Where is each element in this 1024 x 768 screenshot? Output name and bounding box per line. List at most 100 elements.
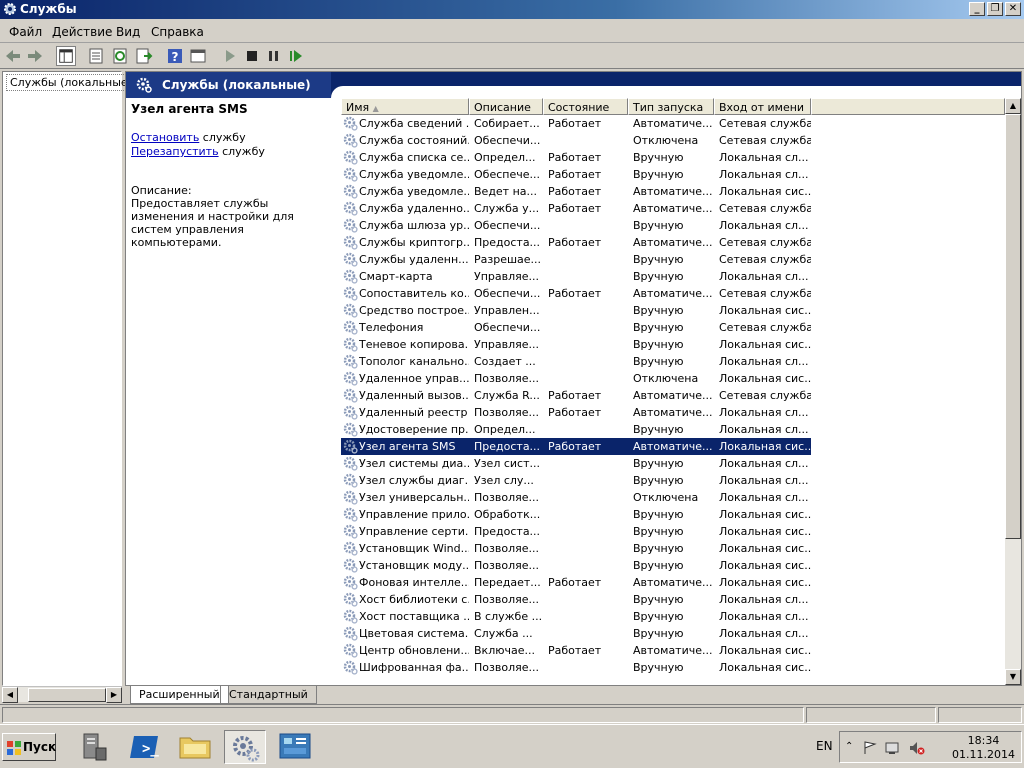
scroll-left-button[interactable]: ◀: [2, 687, 18, 703]
service-row[interactable]: Служба состояний... Обеспечи... Отключена С…: [341, 132, 811, 149]
start-button[interactable]: Пуск: [2, 733, 56, 761]
service-description: Предоста...: [474, 525, 541, 538]
service-row[interactable]: Служба удаленно... Служба у... Работает Авт…: [341, 200, 811, 217]
server-manager-taskbar-button[interactable]: [74, 730, 116, 764]
service-row[interactable]: Служба списка се... Определ... Работает Вру…: [341, 149, 811, 166]
services-gear-icon: [4, 3, 16, 15]
service-startup-type: Вручную: [633, 542, 684, 555]
column-header-name[interactable]: Имя ▲: [341, 98, 469, 115]
service-row[interactable]: Удостоверение пр... Определ... Вручную Лока…: [341, 421, 811, 438]
scroll-right-button[interactable]: ▶: [106, 687, 122, 703]
service-row[interactable]: Цветовая система... Служба ... Вручную Лока…: [341, 625, 811, 642]
service-row[interactable]: Сопоставитель ко... Обеспечи... Работает Ав…: [341, 285, 811, 302]
status-panel: [806, 707, 936, 723]
refresh-icon[interactable]: [110, 46, 130, 66]
service-row[interactable]: Узел универсальн... Позволяе... Отключена Л…: [341, 489, 811, 506]
minimize-button[interactable]: _: [969, 2, 985, 16]
service-description: Узел слу...: [474, 474, 534, 487]
service-row[interactable]: Служба шлюза ур... Обеспечи... Вручную Лока…: [341, 217, 811, 234]
restart-service-link[interactable]: Перезапустить: [131, 145, 219, 158]
scroll-thumb[interactable]: [1005, 114, 1021, 539]
service-row[interactable]: Фоновая интелле... Передает... Работает Авт…: [341, 574, 811, 591]
service-row[interactable]: Службы криптогр... Предоста... Работает Авт…: [341, 234, 811, 251]
service-name: Смарт-карта: [359, 270, 433, 283]
tab-extended[interactable]: Расширенный: [130, 686, 229, 704]
menu-view[interactable]: Вид: [116, 25, 140, 39]
menu-action[interactable]: Действие: [52, 25, 112, 39]
language-indicator[interactable]: EN: [816, 739, 833, 753]
scroll-up-button[interactable]: ▲: [1005, 98, 1021, 114]
service-startup-type: Автоматиче...: [633, 644, 713, 657]
service-row[interactable]: Телефония Обеспечи... Вручную Сетевая служб…: [341, 319, 811, 336]
service-row[interactable]: Хост поставщика ... В службе ... Вручную Ло…: [341, 608, 811, 625]
column-header-log-on-as[interactable]: Вход от имени: [714, 98, 811, 115]
show-hide-action-pane-icon[interactable]: [188, 46, 208, 66]
service-row[interactable]: Службы удаленн... Разрешае... Вручную Сетев…: [341, 251, 811, 268]
volume-muted-icon[interactable]: [908, 740, 926, 756]
title-bar[interactable]: Службы _ ❐ ✕: [0, 0, 1024, 19]
service-startup-type: Вручную: [633, 627, 684, 640]
close-button[interactable]: ✕: [1005, 2, 1021, 16]
console-tree-icon[interactable]: [56, 46, 76, 66]
column-header-startup-type[interactable]: Тип запуска: [628, 98, 714, 115]
service-row[interactable]: Шифрованная фа... Позволяе... Вручную Локал…: [341, 659, 811, 676]
service-status: Работает: [548, 236, 602, 249]
column-header-status[interactable]: Состояние: [543, 98, 628, 115]
scroll-down-button[interactable]: ▼: [1005, 669, 1021, 685]
pane-header: Службы (локальные): [126, 72, 1021, 98]
network-icon[interactable]: [884, 740, 902, 756]
service-row[interactable]: Служба уведомле... Обеспече... Работает Вру…: [341, 166, 811, 183]
tab-standard[interactable]: Стандартный: [220, 686, 317, 704]
service-row-selected[interactable]: Узел агента SMS Предоста... Работает Автома…: [341, 438, 811, 455]
service-row[interactable]: Удаленное управ... Позволяе... Отключена Ло…: [341, 370, 811, 387]
service-row[interactable]: Управление прило... Обработк... Вручную Лок…: [341, 506, 811, 523]
service-log-on-as: Локальная сис...: [719, 542, 811, 555]
properties-icon[interactable]: [86, 46, 106, 66]
service-row[interactable]: Тополог канально... Создает ... Вручную Лок…: [341, 353, 811, 370]
tree-node-services-local[interactable]: Службы (локальные): [6, 74, 136, 91]
service-row[interactable]: Хост библиотеки с... Позволяе... Вручную Ло…: [341, 591, 811, 608]
menu-help[interactable]: Справка: [151, 25, 204, 39]
services-taskbar-button[interactable]: [224, 730, 266, 764]
stop-service-link[interactable]: Остановить: [131, 131, 199, 144]
service-row[interactable]: Узел системы диа... Узел сист... Вручную Ло…: [341, 455, 811, 472]
list-vertical-scrollbar[interactable]: ▲ ▼: [1005, 98, 1021, 685]
service-description: Включае...: [474, 644, 535, 657]
help-icon[interactable]: ?: [165, 46, 185, 66]
service-name: Узел агента SMS: [359, 440, 456, 453]
menu-file[interactable]: Файл: [9, 25, 42, 39]
service-row[interactable]: Средство построе... Управлен... Вручную Лок…: [341, 302, 811, 319]
service-row[interactable]: Служба сведений ... Собирает... Работает Ав…: [341, 115, 811, 132]
service-row[interactable]: Удаленный реестр Позволяе... Работает Автом…: [341, 404, 811, 421]
column-header-description[interactable]: Описание: [469, 98, 543, 115]
clock[interactable]: 18:34 01.11.2014: [952, 734, 1015, 762]
export-list-icon[interactable]: [134, 46, 154, 66]
restore-button[interactable]: ❐: [987, 2, 1003, 16]
service-startup-type: Вручную: [633, 423, 684, 436]
action-center-flag-icon[interactable]: [862, 740, 878, 756]
scroll-thumb[interactable]: [28, 688, 106, 702]
powershell-taskbar-button[interactable]: >_: [124, 730, 166, 764]
service-gear-icon: [343, 167, 358, 182]
control-panel-taskbar-button[interactable]: [274, 730, 316, 764]
stop-service-icon[interactable]: [242, 46, 262, 66]
service-row[interactable]: Смарт-карта Управляе... Вручную Локальная с…: [341, 268, 811, 285]
service-row[interactable]: Управление серти... Предоста... Вручную Лок…: [341, 523, 811, 540]
description-label: Описание:: [131, 184, 192, 197]
service-row[interactable]: Центр обновлени... Включае... Работает Авто…: [341, 642, 811, 659]
chevron-up-icon[interactable]: ⌃: [845, 741, 853, 752]
back-icon[interactable]: [3, 46, 23, 66]
service-row[interactable]: Установщик моду... Позволяе... Вручную Лока…: [341, 557, 811, 574]
service-row[interactable]: Установщик Wind... Позволяе... Вручную Лока…: [341, 540, 811, 557]
tree-horizontal-scrollbar[interactable]: ◀ ▶: [2, 686, 122, 703]
service-row[interactable]: Служба уведомле... Ведет на... Работает Авт…: [341, 183, 811, 200]
service-row[interactable]: Удаленный вызов... Служба R... Работает Авт…: [341, 387, 811, 404]
service-gear-icon: [343, 371, 358, 386]
service-row[interactable]: Узел службы диаг... Узел слу... Вручную Лок…: [341, 472, 811, 489]
restart-service-icon[interactable]: [286, 46, 306, 66]
service-row[interactable]: Теневое копирова... Управляе... Вручную Лок…: [341, 336, 811, 353]
forward-icon[interactable]: [25, 46, 45, 66]
pause-service-icon[interactable]: [264, 46, 284, 66]
start-service-icon[interactable]: [220, 46, 240, 66]
explorer-taskbar-button[interactable]: [174, 730, 216, 764]
